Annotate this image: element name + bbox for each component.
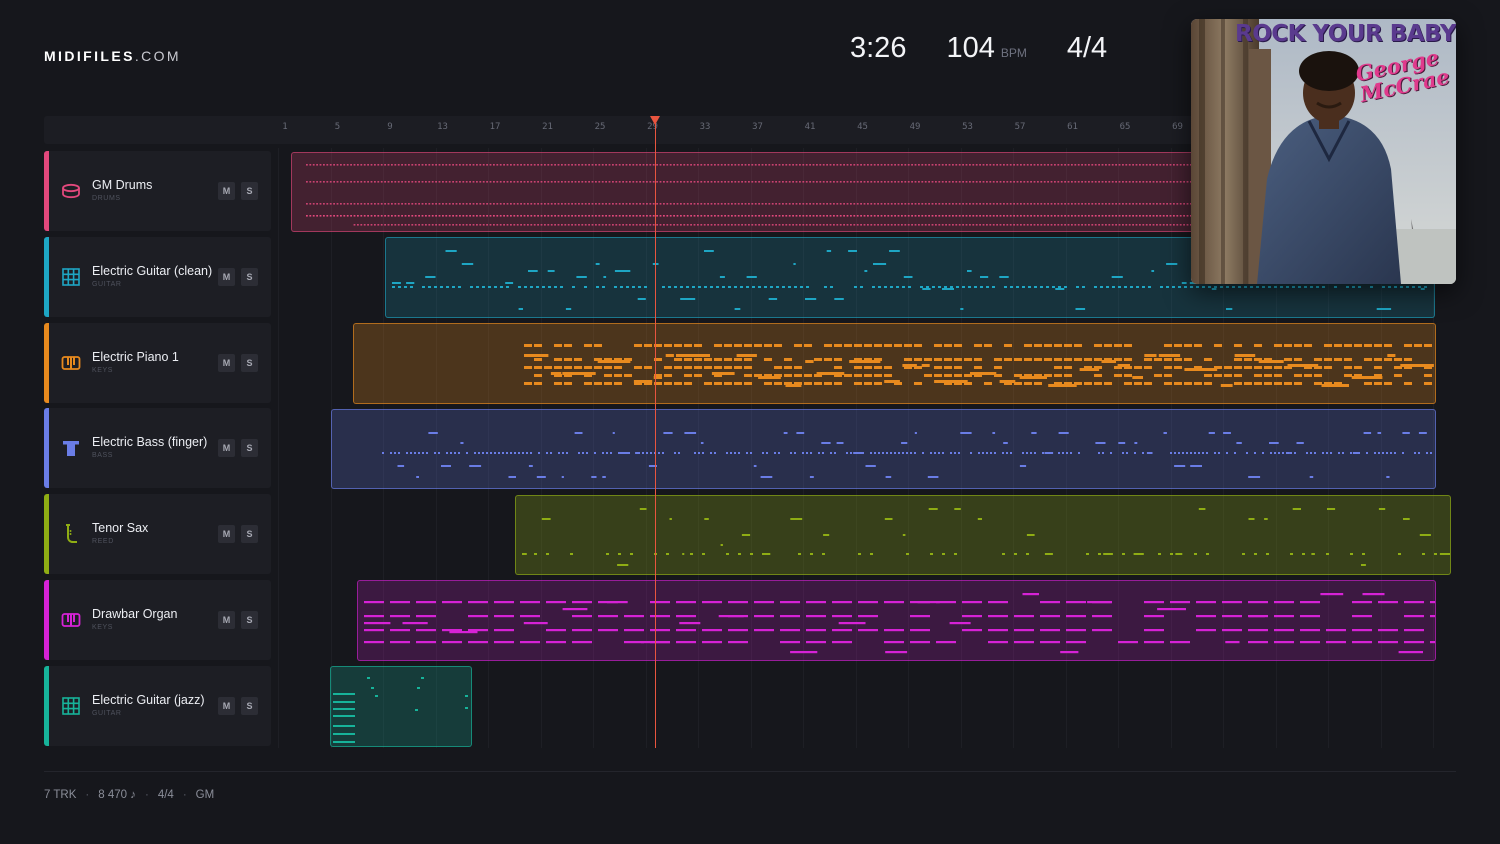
track-name: GM Drums — [92, 178, 153, 192]
drum-icon — [62, 183, 80, 199]
ruler-bar-label: 57 — [1014, 122, 1026, 132]
midi-clip-drawbar-organ[interactable] — [357, 580, 1436, 661]
logo-name: MIDIFILES — [44, 48, 135, 64]
track-name: Electric Bass (finger) — [92, 435, 208, 449]
ruler-bar-label: 37 — [752, 122, 763, 132]
track-header-electric-guitar-clean[interactable]: Electric Guitar (clean) GUITAR M S — [44, 237, 271, 317]
track-category: KEYS — [92, 624, 114, 631]
album-cover: ROCK YOUR BABY George McCrae — [1191, 19, 1456, 284]
solo-button[interactable]: S — [241, 354, 258, 372]
ruler-bar-label: 61 — [1067, 122, 1078, 132]
note-count: 8 470 ♪ — [98, 789, 136, 801]
solo-button[interactable]: S — [241, 611, 258, 629]
ruler-bar-label: 17 — [489, 122, 501, 132]
ruler-bar-label: 33 — [699, 122, 711, 132]
note-pattern — [522, 508, 1450, 566]
midi-clip-electric-piano-1[interactable] — [353, 323, 1436, 404]
solo-button[interactable]: S — [241, 697, 258, 715]
note-pattern — [364, 593, 1435, 654]
track-header-drawbar-organ[interactable]: Drawbar Organ KEYS M S — [44, 580, 271, 660]
duration-value: 3:26 — [850, 32, 907, 64]
footer-divider — [44, 771, 1456, 772]
time-signature-value: 4/4 — [1066, 32, 1108, 64]
piano-keys-icon — [61, 356, 81, 370]
track-category: GUITAR — [92, 710, 122, 717]
track-header-electric-guitar-jazz[interactable]: Electric Guitar (jazz) GUITAR M S — [44, 666, 271, 746]
track-color-stripe — [44, 408, 49, 488]
ruler-bar-label: 65 — [1119, 122, 1131, 132]
note-pattern — [524, 344, 1434, 387]
mute-button[interactable]: M — [218, 439, 235, 457]
solo-button[interactable]: S — [241, 182, 258, 200]
ruler-bar-label: 49 — [909, 122, 921, 132]
midi-standard: GM — [195, 789, 215, 801]
album-title: ROCK YOUR BABY — [1235, 21, 1456, 47]
track-category: KEYS — [92, 367, 114, 374]
ruler-bar-label: 41 — [804, 122, 816, 132]
site-logo[interactable]: MIDIFILES.COM — [44, 48, 181, 64]
grid-line — [278, 148, 279, 748]
song-stats: 3:26 104 BPM 4/4 — [850, 32, 1107, 65]
playhead-marker[interactable] — [650, 116, 660, 125]
track-name: Drawbar Organ — [92, 607, 178, 621]
track-category: GUITAR — [92, 281, 122, 288]
track-category: BASS — [92, 452, 114, 459]
note-pattern — [382, 432, 1432, 478]
tempo-unit: BPM — [1000, 46, 1027, 60]
playhead-line[interactable] — [655, 116, 656, 748]
ruler-bar-label: 5 — [334, 122, 341, 132]
saxophone-icon — [66, 524, 77, 543]
separator-dot: · — [182, 789, 187, 801]
track-category: REED — [92, 538, 114, 545]
logo-suffix: .COM — [134, 48, 181, 64]
mute-button[interactable]: M — [218, 697, 235, 715]
track-header-gm-drums[interactable]: GM Drums DRUMS M S — [44, 151, 271, 231]
track-name: Electric Guitar (clean) — [92, 264, 213, 278]
track-color-stripe — [44, 237, 49, 317]
track-count: 7 TRK — [44, 789, 77, 801]
midi-clip-electric-guitar-jazz[interactable] — [330, 666, 472, 747]
separator-dot: · — [144, 789, 149, 801]
mute-button[interactable]: M — [218, 182, 235, 200]
mute-button[interactable]: M — [218, 354, 235, 372]
ruler-bar-label: 21 — [542, 122, 553, 132]
ruler-bar-label: 13 — [437, 122, 448, 132]
footer-info: 7 TRK · 8 470 ♪ · 4/4 · GM — [44, 789, 214, 801]
bass-icon — [63, 441, 79, 456]
track-name: Tenor Sax — [92, 521, 149, 535]
track-color-stripe — [44, 494, 49, 574]
track-name: Electric Guitar (jazz) — [92, 693, 205, 707]
mute-button[interactable]: M — [218, 268, 235, 286]
track-color-stripe — [44, 151, 49, 231]
ruler-bar-label: 1 — [282, 122, 288, 132]
note-pattern — [333, 677, 468, 743]
tempo-value: 104 — [946, 32, 995, 64]
guitar-fretboard-icon — [62, 697, 80, 715]
track-header-electric-piano-1[interactable]: Electric Piano 1 KEYS M S — [44, 323, 271, 403]
midi-clip-electric-bass-finger[interactable] — [331, 409, 1436, 489]
track-color-stripe — [44, 580, 49, 660]
solo-button[interactable]: S — [241, 525, 258, 543]
separator-dot: · — [85, 789, 90, 801]
mute-button[interactable]: M — [218, 525, 235, 543]
solo-button[interactable]: S — [241, 268, 258, 286]
track-name: Electric Piano 1 — [92, 350, 179, 364]
footer-time-signature: 4/4 — [157, 789, 174, 801]
track-color-stripe — [44, 666, 49, 746]
ruler-bar-label: 53 — [962, 122, 973, 132]
track-header-tenor-sax[interactable]: Tenor Sax REED M S — [44, 494, 271, 574]
ruler-bar-label: 25 — [594, 122, 606, 132]
track-header-electric-bass-finger[interactable]: Electric Bass (finger) BASS M S — [44, 408, 271, 488]
track-category: DRUMS — [92, 195, 121, 202]
track-color-stripe — [44, 323, 49, 403]
ruler-bar-label: 69 — [1172, 122, 1183, 132]
ruler-bar-label: 45 — [857, 122, 868, 132]
ruler-bar-label: 9 — [387, 122, 393, 132]
organ-keys-icon — [61, 613, 81, 627]
guitar-fretboard-icon — [62, 268, 80, 286]
mute-button[interactable]: M — [218, 611, 235, 629]
solo-button[interactable]: S — [241, 439, 258, 457]
